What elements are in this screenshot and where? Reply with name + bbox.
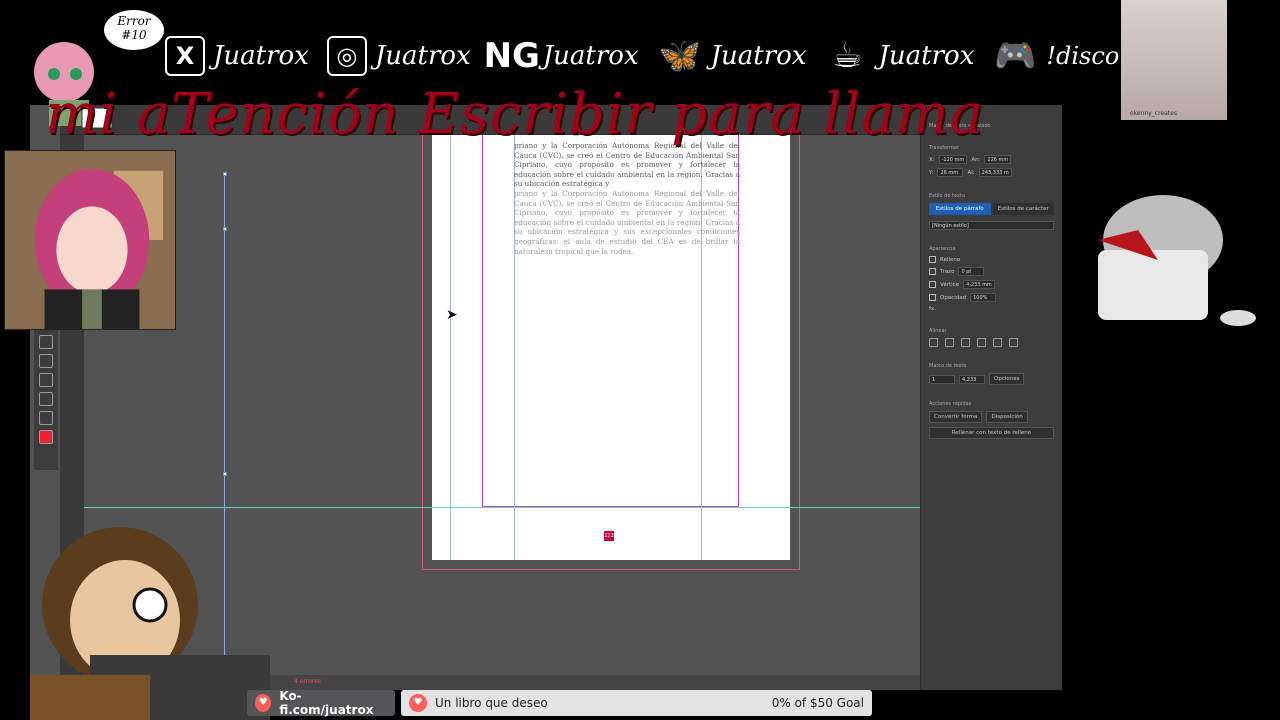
- text-frame[interactable]: priano y la Corporación Autónoma Regiona…: [514, 141, 740, 256]
- mouse-cursor-icon: ➤: [446, 307, 458, 323]
- frame-handle[interactable]: [223, 172, 227, 176]
- social-bar: X Juatrox ◎ Juatrox NG Juatrox 🦋 Juatrox…: [165, 28, 1146, 84]
- w-label: An:: [971, 156, 981, 163]
- pen-tool-icon[interactable]: [39, 373, 53, 387]
- decorative-character: [1098, 195, 1256, 326]
- artwork-thumbnail: [1121, 0, 1227, 120]
- style-select[interactable]: [Ningún estilo]: [929, 221, 1054, 230]
- opacity-icon: [929, 294, 936, 301]
- social-handle: Juatrox: [710, 41, 807, 71]
- social-handle: Juatrox: [878, 41, 975, 71]
- social-handle: Juatrox: [542, 41, 639, 71]
- options-button[interactable]: Opciones: [989, 373, 1025, 385]
- toolbox: [34, 330, 58, 470]
- h-label: Al:: [967, 169, 975, 176]
- preflight-errors[interactable]: 4 errores: [294, 678, 321, 685]
- appearance-label: Apariencia: [929, 246, 956, 252]
- scrolling-banner: mi aTención Escribir para llama: [45, 82, 985, 147]
- tab-paragraph-styles[interactable]: Estilos de párrafo: [929, 203, 991, 215]
- stroke-label: Trazo: [940, 268, 955, 275]
- x-label: X:: [929, 156, 935, 163]
- align-label: Alinear: [929, 328, 947, 334]
- goal-progress: 0% of $50 Goal: [771, 696, 864, 710]
- properties-panel: Marco de texto enlazado Transformar X: -…: [920, 105, 1062, 690]
- paragraph-2: priano y la Corporación Autónoma Regiona…: [514, 188, 740, 256]
- instagram-icon: ◎: [326, 36, 367, 76]
- column-guide: [450, 135, 451, 560]
- quick-actions-label: Acciones rápidas: [929, 401, 972, 407]
- gutter-field[interactable]: 4,233: [959, 374, 985, 384]
- vtuber-character: [30, 527, 270, 720]
- fill-swatch-icon[interactable]: [929, 256, 936, 263]
- tab-character-styles[interactable]: Estilos de carácter: [992, 203, 1054, 215]
- fill-stroke-swatch-icon[interactable]: [39, 430, 53, 444]
- fill-placeholder-text-button[interactable]: Rellenar con texto de relleno: [929, 427, 1054, 439]
- layout-button[interactable]: Disposición: [986, 411, 1028, 423]
- height-field[interactable]: 243,333 m: [978, 168, 1012, 177]
- vertex-label: Vértice: [940, 281, 960, 288]
- align-top-icon[interactable]: [977, 338, 986, 347]
- direct-selection-tool-icon[interactable]: [39, 354, 53, 368]
- fx-button[interactable]: fx.: [929, 306, 936, 312]
- artist-credit: okenny_creates: [1130, 110, 1177, 117]
- stroke-field[interactable]: 0 pt: [958, 267, 985, 276]
- social-handle: Juatrox: [374, 41, 471, 71]
- social-x: X Juatrox: [165, 36, 309, 76]
- align-middle-icon[interactable]: [993, 338, 1002, 347]
- columns-field[interactable]: 1: [929, 374, 955, 384]
- width-field[interactable]: 226 mm: [984, 155, 1012, 164]
- kofi-cup-icon: ♥: [255, 694, 272, 712]
- goal-name: Un libro que deseo: [435, 696, 548, 710]
- horizontal-guide[interactable]: [84, 507, 920, 508]
- vertex-field[interactable]: 4,233 mm: [963, 280, 995, 289]
- rectangle-frame-tool-icon[interactable]: [39, 411, 53, 425]
- paragraph-1: priano y la Corporación Autónoma Regiona…: [514, 141, 740, 189]
- social-kofi: ☕ Juatrox: [825, 33, 975, 79]
- selection-tool-icon[interactable]: [39, 335, 53, 349]
- frame-handle[interactable]: [223, 472, 227, 476]
- text-style-label: Estilo de texto: [929, 193, 965, 199]
- x-field[interactable]: -120 mm: [938, 155, 968, 164]
- social-newgrounds: NG Juatrox: [483, 33, 639, 79]
- gamepad-icon: 🎮: [994, 36, 1037, 76]
- newgrounds-icon: NG: [483, 36, 540, 76]
- stream-screen: priano y la Corporación Autónoma Regiona…: [0, 0, 1280, 720]
- kofi-cup-icon: ♥: [409, 694, 427, 712]
- fill-label: Relleno: [940, 256, 961, 263]
- social-instagram: ◎ Juatrox: [326, 36, 471, 76]
- align-center-icon[interactable]: [945, 338, 954, 347]
- align-bottom-icon[interactable]: [1009, 338, 1018, 347]
- corner-icon[interactable]: [929, 281, 936, 288]
- frame-handle[interactable]: [223, 227, 227, 231]
- opacity-label: Opacidad: [940, 294, 967, 301]
- donation-goal: ♥ Un libro que deseo 0% of $50 Goal: [401, 690, 872, 716]
- opacity-field[interactable]: 100%: [970, 293, 997, 302]
- error-count-bubble: Error #10: [104, 10, 164, 50]
- stroke-swatch-icon[interactable]: [929, 268, 936, 275]
- text-frame-label: Marco de texto: [929, 363, 967, 369]
- donation-footer: ♥ Ko-fi.com/juatrox ♥ Un libro que deseo…: [247, 689, 872, 717]
- align-right-icon[interactable]: [961, 338, 970, 347]
- social-handle: Juatrox: [213, 41, 309, 71]
- type-tool-icon[interactable]: [39, 392, 53, 406]
- kofi-icon: ☕: [832, 36, 863, 76]
- kofi-link[interactable]: ♥ Ko-fi.com/juatrox: [247, 689, 395, 717]
- bluesky-icon: 🦋: [658, 36, 701, 76]
- social-bluesky: 🦋 Juatrox: [657, 33, 807, 79]
- y-label: Y:: [929, 169, 934, 176]
- x-icon: X: [165, 36, 205, 76]
- align-left-icon[interactable]: [929, 338, 938, 347]
- page-number-marker: 223: [604, 531, 614, 541]
- kofi-url: Ko-fi.com/juatrox: [279, 689, 374, 717]
- convert-shape-button[interactable]: Convertir forma: [929, 411, 983, 423]
- y-field[interactable]: 26 mm: [937, 168, 964, 177]
- webcam-avatar: [4, 150, 176, 330]
